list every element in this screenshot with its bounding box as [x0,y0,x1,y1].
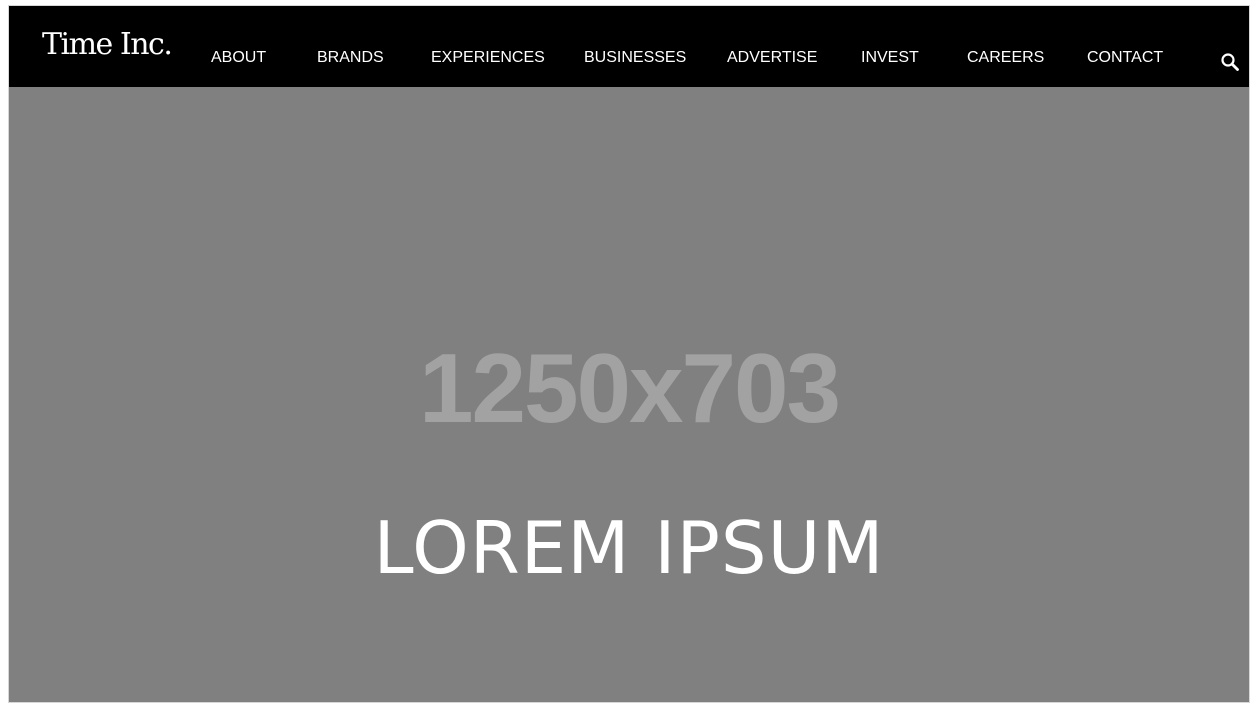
nav-item-about[interactable]: ABOUT [211,48,266,68]
nav-item-invest[interactable]: INVEST [861,48,919,68]
search-icon[interactable] [1220,52,1240,72]
page-frame: Time Inc. ABOUT BRANDS EXPERIENCES BUSIN… [8,5,1250,703]
nav-item-contact[interactable]: CONTACT [1087,48,1163,68]
nav-item-advertise[interactable]: ADVERTISE [727,48,817,68]
hero-banner: 1250x703 LOREM IPSUM [9,87,1249,702]
nav-item-businesses[interactable]: BUSINESSES [584,48,686,68]
hero-title: LOREM IPSUM [373,506,885,590]
nav-item-careers[interactable]: CAREERS [967,48,1044,68]
nav-item-brands[interactable]: BRANDS [317,48,384,68]
top-navigation-bar: Time Inc. ABOUT BRANDS EXPERIENCES BUSIN… [9,6,1249,87]
image-placeholder-label: 1250x703 [418,333,841,443]
time-inc-logo[interactable]: Time Inc. [42,30,173,60]
nav-item-experiences[interactable]: EXPERIENCES [431,48,545,68]
